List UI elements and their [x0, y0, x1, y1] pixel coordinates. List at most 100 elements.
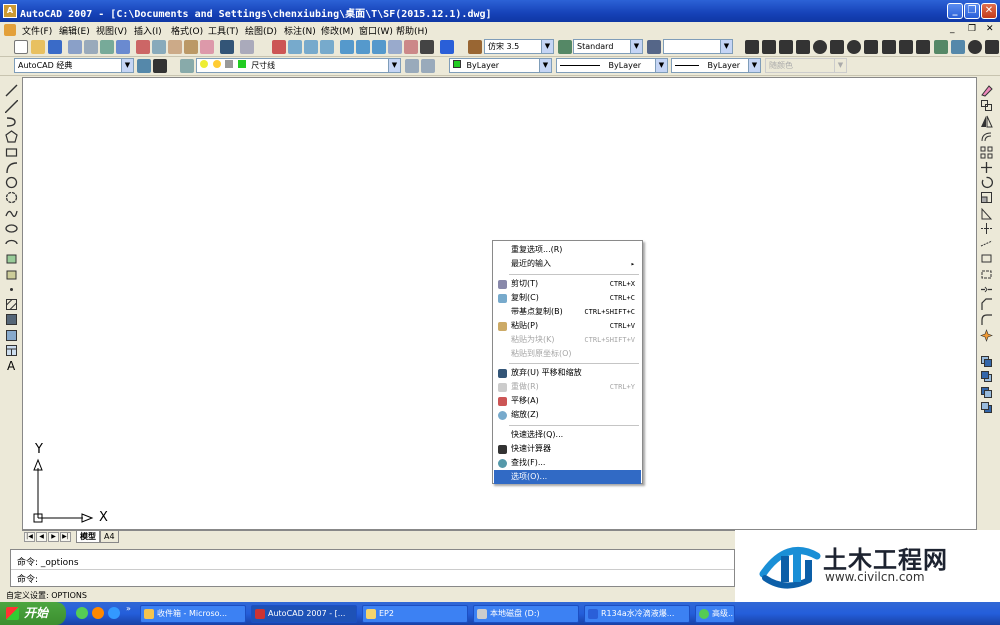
menu-edit[interactable]: 编辑(E) [59, 24, 90, 37]
table-icon[interactable] [5, 344, 18, 357]
menu-dimension[interactable]: 标注(N) [284, 24, 316, 37]
taskbar-item-ep2[interactable]: EP2 [362, 605, 468, 623]
rectangle-icon[interactable] [5, 146, 18, 159]
taskbar-item-r134a[interactable]: R134a水冷滴液爆... [584, 605, 690, 623]
rotate-icon[interactable] [980, 176, 993, 189]
menu-item-copy[interactable]: 复制(C) CTRL+C [494, 291, 641, 305]
quicklaunch-browser-icon[interactable] [92, 607, 104, 619]
revision-cloud-icon[interactable] [5, 191, 18, 204]
menu-item-find[interactable]: 查找(F)... [494, 456, 641, 470]
menu-view[interactable]: 视图(V) [96, 24, 127, 37]
polyline-icon[interactable] [5, 115, 18, 128]
dim-linear-icon[interactable] [745, 40, 759, 54]
fillet-icon[interactable] [980, 313, 993, 326]
text-style-select[interactable]: 仿宋 3.5 ▼ [484, 39, 554, 54]
quickcalc-icon[interactable] [420, 40, 434, 54]
redo-icon[interactable] [240, 40, 254, 54]
line-icon[interactable] [5, 84, 18, 97]
qleader-icon[interactable] [934, 40, 948, 54]
zoom-realtime-icon[interactable] [288, 40, 302, 54]
tolerance-icon[interactable] [951, 40, 965, 54]
ellipse-icon[interactable] [5, 222, 18, 235]
menu-item-options[interactable]: 选项(O)... [494, 470, 641, 484]
table-style-select[interactable]: ▼ [663, 39, 733, 54]
break-icon[interactable] [980, 268, 993, 281]
copy-object-icon[interactable] [980, 99, 993, 112]
draw-order-front-icon[interactable] [980, 355, 993, 368]
save-icon[interactable] [48, 40, 62, 54]
spline-icon[interactable] [5, 207, 18, 220]
dim-style-select[interactable]: Standard ▼ [573, 39, 643, 54]
3d-dwf-icon[interactable] [116, 40, 130, 54]
paste-icon[interactable] [168, 40, 182, 54]
layer-manager-icon[interactable] [180, 59, 194, 73]
menu-modify[interactable]: 修改(M) [321, 24, 354, 37]
command-window[interactable]: 命令: _options 命令: [10, 549, 735, 587]
menu-item-quickcalc[interactable]: 快速计算器 [494, 442, 641, 456]
erase-icon[interactable] [980, 84, 993, 97]
open-icon[interactable] [31, 40, 45, 54]
menu-item-repeat-options[interactable]: 重复选项...(R) [494, 243, 641, 257]
make-block-icon[interactable] [5, 268, 18, 281]
point-icon[interactable] [5, 283, 18, 296]
menu-item-zoom[interactable]: 缩放(Z) [494, 408, 641, 422]
menu-item-pan[interactable]: 平移(A) [494, 394, 641, 408]
minimize-button[interactable]: _ [947, 3, 963, 19]
tool-palettes-icon[interactable] [372, 40, 386, 54]
taskbar-item-advanced[interactable]: 高级... [695, 605, 735, 623]
design-center-icon[interactable] [356, 40, 370, 54]
command-prompt[interactable]: 命令: [17, 572, 38, 585]
quicklaunch-media-icon[interactable] [108, 607, 120, 619]
multiline-text-icon[interactable]: A [5, 359, 18, 372]
doc-restore-icon[interactable]: ❐ [968, 24, 976, 34]
menu-item-cut[interactable]: 剪切(T) CTRL+X [494, 277, 641, 291]
block-editor-icon[interactable] [200, 40, 214, 54]
dim-baseline-icon[interactable] [899, 40, 913, 54]
doc-close-icon[interactable]: ✕ [986, 24, 994, 34]
lineweight-select[interactable]: ByLayer ▼ [671, 58, 761, 73]
mirror-icon[interactable] [980, 115, 993, 128]
pan-icon[interactable] [272, 40, 286, 54]
polygon-icon[interactable] [5, 130, 18, 143]
circle-icon[interactable] [5, 176, 18, 189]
ellipse-arc-icon[interactable] [5, 237, 18, 250]
dim-diameter-icon[interactable] [847, 40, 861, 54]
undo-icon[interactable] [220, 40, 234, 54]
color-select[interactable]: ByLayer ▼ [449, 58, 552, 73]
trim-icon[interactable] [980, 222, 993, 235]
region-icon[interactable] [5, 329, 18, 342]
markup-icon[interactable] [404, 40, 418, 54]
send-under-icon[interactable] [980, 401, 993, 414]
menu-format[interactable]: 格式(O) [171, 24, 203, 37]
publish-icon[interactable] [100, 40, 114, 54]
print-icon[interactable] [68, 40, 82, 54]
construction-line-icon[interactable] [5, 100, 18, 113]
sheet-set-icon[interactable] [388, 40, 402, 54]
bring-above-icon[interactable] [980, 386, 993, 399]
quicklaunch-more-icon[interactable]: » [126, 604, 131, 613]
help-icon[interactable] [440, 40, 454, 54]
copy-icon[interactable] [152, 40, 166, 54]
properties-icon[interactable] [340, 40, 354, 54]
dim-continue-icon[interactable] [916, 40, 930, 54]
menu-item-paste[interactable]: 粘贴(P) CTRL+V [494, 319, 641, 333]
hatch-icon[interactable] [5, 298, 18, 311]
plot-preview-icon[interactable] [84, 40, 98, 54]
new-icon[interactable] [14, 40, 28, 54]
first-tab-icon[interactable]: |◀ [24, 532, 35, 542]
next-tab-icon[interactable]: ▶ [48, 532, 59, 542]
menu-help[interactable]: 帮助(H) [396, 24, 428, 37]
center-mark-icon[interactable] [968, 40, 982, 54]
cut-icon[interactable] [136, 40, 150, 54]
prev-tab-icon[interactable]: ◀ [36, 532, 47, 542]
array-icon[interactable] [980, 146, 993, 159]
menu-tools[interactable]: 工具(T) [208, 24, 239, 37]
tab-model[interactable]: 模型 [76, 531, 100, 543]
layer-select[interactable]: 尺寸线 ▼ [196, 58, 401, 73]
menu-window[interactable]: 窗口(W) [359, 24, 393, 37]
document-icon[interactable] [4, 24, 16, 36]
explode-icon[interactable] [980, 329, 993, 342]
stretch-icon[interactable] [980, 207, 993, 220]
menu-item-quick-select[interactable]: 快速选择(Q)... [494, 428, 641, 442]
taskbar-item-inbox[interactable]: 收件箱 - Microso... [140, 605, 246, 623]
